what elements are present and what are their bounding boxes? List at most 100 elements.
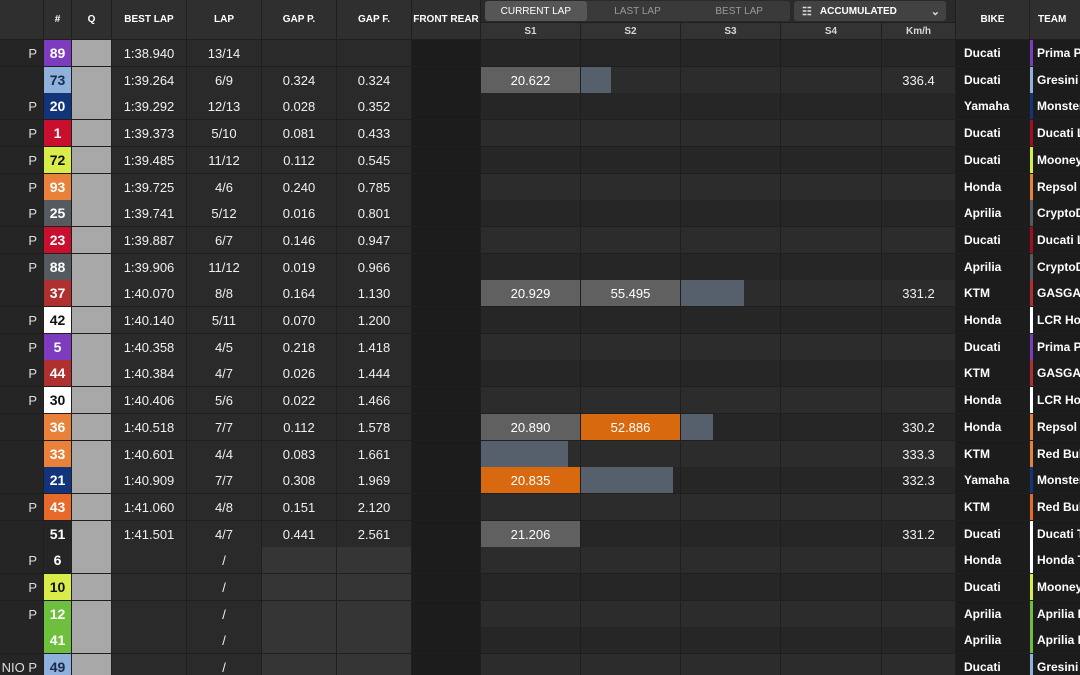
lap-count: 4/7	[187, 360, 261, 386]
rider-number[interactable]: 21	[44, 467, 71, 493]
q-cell	[72, 280, 111, 306]
header-best-lap[interactable]: BEST LAP	[112, 0, 186, 39]
tyre-cell	[412, 280, 480, 306]
row-prefix	[0, 521, 43, 547]
rider-number[interactable]: 1	[44, 120, 71, 146]
header-q[interactable]: Q	[72, 0, 111, 39]
sector-1-cell	[481, 93, 580, 119]
header-tyres: FRONT REAR	[412, 0, 480, 39]
rider-number[interactable]: 5	[44, 334, 71, 360]
q-cell	[72, 441, 111, 467]
best-lap-time: 1:39.906	[112, 254, 186, 280]
tyre-cell	[412, 387, 480, 413]
header-s1[interactable]: S1	[481, 23, 580, 39]
sector-3-progress	[681, 280, 744, 306]
sector-1-cell	[481, 360, 580, 386]
lap-count: /	[187, 654, 261, 675]
speed-trap	[882, 120, 955, 146]
sector-1-cell	[481, 307, 580, 333]
best-lap-time: 1:39.741	[112, 200, 186, 226]
best-lap-time: 1:39.292	[112, 93, 186, 119]
rider-number[interactable]: 6	[44, 547, 71, 573]
rider-number[interactable]: 37	[44, 280, 71, 306]
rider-number[interactable]: 10	[44, 574, 71, 600]
header-team[interactable]: TEAM	[1030, 0, 1080, 39]
header-s3[interactable]: S3	[681, 23, 780, 39]
rider-number[interactable]: 42	[44, 307, 71, 333]
bike-name: Honda	[956, 387, 1029, 413]
speed-trap	[882, 627, 955, 653]
gap-previous: 0.151	[262, 494, 336, 520]
gap-first	[337, 574, 411, 600]
rider-number[interactable]: 93	[44, 174, 71, 200]
sector-2-cell	[581, 174, 680, 200]
header-km-h[interactable]: Km/h	[882, 23, 955, 39]
gap-previous	[262, 627, 336, 653]
tab-best-lap[interactable]: BEST LAP	[688, 1, 790, 21]
lap-count: 11/12	[187, 254, 261, 280]
header-gap-p[interactable]: GAP P.	[262, 0, 336, 39]
sector-2-cell	[581, 387, 680, 413]
gap-previous: 0.081	[262, 120, 336, 146]
rider-number[interactable]: 51	[44, 521, 71, 547]
gap-first: 0.801	[337, 200, 411, 226]
best-lap-time: 1:39.264	[112, 67, 186, 93]
timing-board: # Q BEST LAP LAP GAP P. GAP F. FRONT REA…	[0, 0, 1080, 675]
tyre-cell	[412, 200, 480, 226]
gap-previous	[262, 601, 336, 627]
bike-name: Honda	[956, 174, 1029, 200]
sector-3-cell	[681, 307, 780, 333]
header-s4[interactable]: S4	[781, 23, 881, 39]
sector-1-cell	[481, 200, 580, 226]
header-s2[interactable]: S2	[581, 23, 680, 39]
rider-number[interactable]: 36	[44, 414, 71, 440]
tab-current-lap[interactable]: CURRENT LAP	[485, 1, 587, 21]
bike-name: Ducati	[956, 147, 1029, 173]
accumulated-dropdown[interactable]: ☷ ACCUMULATED ⌄	[794, 1, 946, 21]
bike-name: KTM	[956, 360, 1029, 386]
header-bike[interactable]: BIKE	[956, 0, 1029, 39]
header-lap[interactable]: LAP	[187, 0, 261, 39]
q-cell	[72, 574, 111, 600]
gap-first: 1.418	[337, 334, 411, 360]
row-prefix: P	[0, 254, 43, 280]
sector-1-time: 20.835	[481, 467, 580, 493]
rider-number[interactable]: 49	[44, 654, 71, 675]
gap-first: 0.545	[337, 147, 411, 173]
row-prefix: P	[0, 200, 43, 226]
rider-number[interactable]: 23	[44, 227, 71, 253]
rider-number[interactable]: 43	[44, 494, 71, 520]
sector-4-cell	[781, 521, 881, 547]
rider-number[interactable]: 44	[44, 360, 71, 386]
gap-first: 1.578	[337, 414, 411, 440]
rider-number[interactable]: 89	[44, 40, 71, 66]
team-name: Mooney VR46	[1033, 574, 1080, 600]
tab-last-lap[interactable]: LAST LAP	[587, 1, 689, 21]
sector-3-cell	[681, 441, 780, 467]
rider-number[interactable]: 12	[44, 601, 71, 627]
rider-number[interactable]: 20	[44, 93, 71, 119]
bike-name: Yamaha	[956, 93, 1029, 119]
tyre-cell	[412, 120, 480, 146]
header-gap-f[interactable]: GAP F.	[337, 0, 411, 39]
tyre-cell	[412, 40, 480, 66]
tyre-cell	[412, 654, 480, 675]
row-prefix: P	[0, 494, 43, 520]
rider-number[interactable]: 33	[44, 441, 71, 467]
rider-number[interactable]: 88	[44, 254, 71, 280]
rider-number[interactable]: 41	[44, 627, 71, 653]
rider-number[interactable]: 72	[44, 147, 71, 173]
team-name: Repsol Honda Team	[1033, 174, 1080, 200]
bike-name: Ducati	[956, 40, 1029, 66]
tyre-cell	[412, 360, 480, 386]
speed-trap	[882, 387, 955, 413]
sector-3-cell	[681, 93, 780, 119]
sector-1-cell	[481, 601, 580, 627]
rider-number[interactable]: 25	[44, 200, 71, 226]
team-name: Monster Energy Yamaha	[1033, 93, 1080, 119]
tyre-cell	[412, 441, 480, 467]
header-number[interactable]: #	[44, 0, 71, 39]
rider-number[interactable]: 30	[44, 387, 71, 413]
rider-number[interactable]: 73	[44, 67, 71, 93]
speed-trap	[882, 147, 955, 173]
